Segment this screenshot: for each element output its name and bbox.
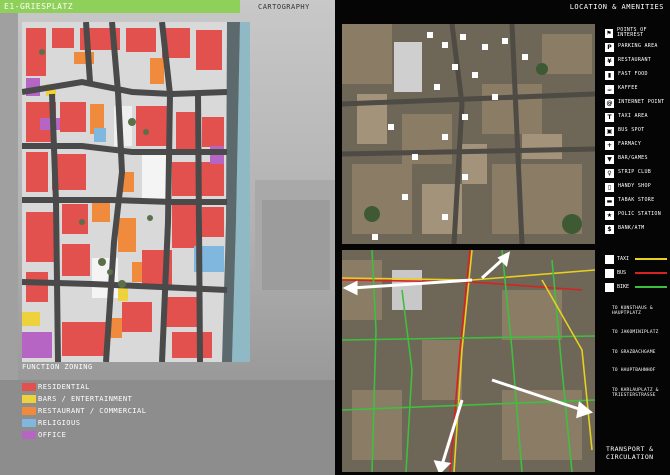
amenity-legend-item: ▼ BAR/GAMES [605,153,648,165]
transport-legend-item: BUS [605,268,667,278]
legend-label: RELIGIOUS [38,419,81,427]
bar-icon: ▼ [605,154,614,164]
amenity-legend-item: $ BANK/ATM [605,223,644,235]
legend-label: OFFICE [38,431,67,439]
legend-bars: BARS / ENTERTAINMENT [22,394,132,404]
amenity-label: STRIP CLUB [618,169,652,176]
legend-swatch [22,431,36,439]
amenity-label: HANDY SHOP [618,183,652,190]
location-amenities-title: LOCATION & AMENITIES [569,3,664,11]
amenity-label: BAR/GAMES [618,155,648,162]
transport-label: BUS [617,270,627,276]
transport-line-swatch [635,286,667,288]
amenity-label: BUS SPOT [618,127,645,134]
police-icon: ★ [605,210,614,220]
phone-icon: ▯ [605,182,614,192]
transport-legend-item: TAXI [605,254,667,264]
legend-label: BARS / ENTERTAINMENT [38,395,133,403]
amenities-aerial-map [342,24,595,244]
pharmacy-cross-icon: + [605,140,614,150]
fast-food-icon: ▮ [605,70,614,80]
bike-icon [605,282,614,292]
tobacco-icon: ▬ [605,196,614,206]
amenity-label: INTERNET POINT [618,99,665,106]
flag-icon: ⚑ [605,28,613,38]
destination-label: TO GRAZBACHGAME [612,350,656,355]
amenity-label: PARKING AREA [618,43,658,50]
amenity-label: KAFFEE [618,85,638,92]
taxi-icon [605,254,614,264]
amenity-legend-item: @ INTERNET POINT [605,97,664,109]
function-zoning-map [22,22,250,362]
bus-icon [605,268,614,278]
parking-icon: P [605,42,614,52]
function-zoning-panel: E1-GRIESPLATZ CARTOGRAPHY FUNCTION ZONIN… [0,0,335,475]
amenity-label: BANK/ATM [618,225,645,232]
destination-label: TO KARLAUPLATZ & TRIESTERSTRASSE [612,388,659,398]
legend-residential: RESIDENTIAL [22,382,90,392]
legend-commercial: RESTAURANT / COMMERCIAL [22,406,146,416]
strip-club-icon: ♀ [605,168,614,178]
transport-legend-item: BIKE [605,282,667,292]
transport-label: BIKE [617,284,630,290]
transport-circulation-title: TRANSPORT & CIRCULATION [606,445,654,461]
tower-building [394,42,422,92]
amenity-legend-item: T TAXI AREA [605,111,648,123]
destination-label: TO JAKOMINIPLATZ [612,330,659,335]
legend-office: OFFICE [22,430,66,440]
page-title: E1-GRIESPLATZ [4,2,74,11]
amenity-legend-item: ¥ RESTAURANT [605,55,651,67]
destination-label: TO KUNSTHAUS & HAUPTPLATZ [612,306,653,316]
coffee-icon: ☕ [605,84,614,94]
amenity-legend-item: ▬ TABAK STORE [605,195,654,207]
internet-icon: @ [605,98,614,108]
transport-aerial-map [342,250,595,472]
amenity-legend-item: ☕ KAFFEE [605,83,638,95]
amenity-label: FAST FOOD [618,71,648,78]
amenity-legend-item: ▯ HANDY SHOP [605,181,651,193]
amenity-label: TABAK STORE [618,197,655,204]
amenity-legend-item: ♀ STRIP CLUB [605,167,651,179]
function-zoning-title: FUNCTION ZONING [22,363,93,371]
transport-label: TAXI [617,256,630,262]
amenity-legend-item: ▮ FAST FOOD [605,69,648,81]
amenity-legend-item: ▣ BUS SPOT [605,125,644,137]
legend-label: RESTAURANT / COMMERCIAL [38,407,147,415]
legend-swatch [22,419,36,427]
destination-label: TO HAUPTBAHNHOF [612,368,656,373]
taxi-icon: T [605,112,614,122]
amenity-label: RESTAURANT [618,57,652,64]
cartography-label: CARTOGRAPHY [258,3,310,11]
transport-line-swatch [635,258,667,260]
amenity-legend-item: P PARKING AREA [605,41,658,53]
amenity-label: POLIC STATION [618,211,662,218]
bank-icon: $ [605,224,614,234]
amenity-legend-item: ⚑ POINTS OF INTEREST [605,27,670,39]
amenity-legend-item: ★ POLIC STATION [605,209,661,221]
legend-swatch [22,407,36,415]
title-bar: E1-GRIESPLATZ [0,0,240,13]
legend-religious: RELIGIOUS [22,418,80,428]
bus-icon: ▣ [605,126,614,136]
amenity-label: TAXI AREA [618,113,648,120]
amenity-legend-item: + FARMACY [605,139,641,151]
legend-swatch [22,383,36,391]
legend-swatch [22,395,36,403]
amenity-label: POINTS OF INTEREST [617,26,647,38]
legend-label: RESIDENTIAL [38,383,90,391]
cutlery-icon: ¥ [605,56,614,66]
transport-line-swatch [635,272,667,274]
amenity-label: FARMACY [618,141,642,148]
